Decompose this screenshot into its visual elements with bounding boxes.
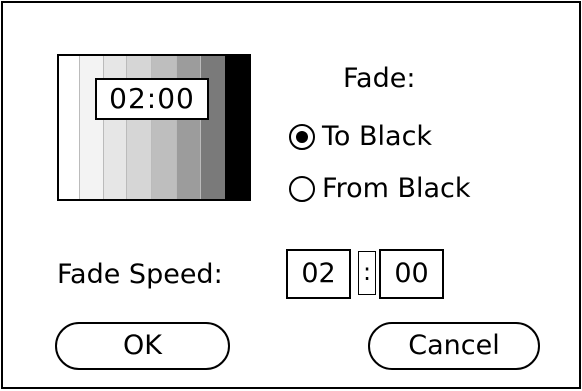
- radio-from-black-label: From Black: [322, 173, 471, 204]
- fade-title: Fade:: [343, 63, 416, 94]
- radio-to-black-label: To Black: [322, 121, 433, 152]
- radio-from-black[interactable]: From Black: [289, 173, 471, 204]
- fade-preview: 02:00: [57, 54, 251, 201]
- seconds-field[interactable]: 00: [379, 249, 444, 299]
- minutes-field[interactable]: 02: [286, 249, 351, 299]
- gradient-strip: [59, 56, 79, 199]
- radio-unselected-icon: [289, 175, 315, 202]
- radio-to-black[interactable]: To Black: [289, 121, 432, 152]
- time-separator: :: [358, 251, 376, 295]
- ok-button[interactable]: OK: [55, 322, 230, 370]
- fade-dialog: 02:00 Fade: To Black From Black Fade Spe…: [1, 1, 581, 389]
- fade-speed-label: Fade Speed:: [57, 259, 223, 290]
- preview-time-display: 02:00: [95, 78, 209, 120]
- radio-selected-icon: [289, 123, 315, 150]
- cancel-button[interactable]: Cancel: [368, 322, 540, 370]
- gradient-strip: [225, 56, 249, 199]
